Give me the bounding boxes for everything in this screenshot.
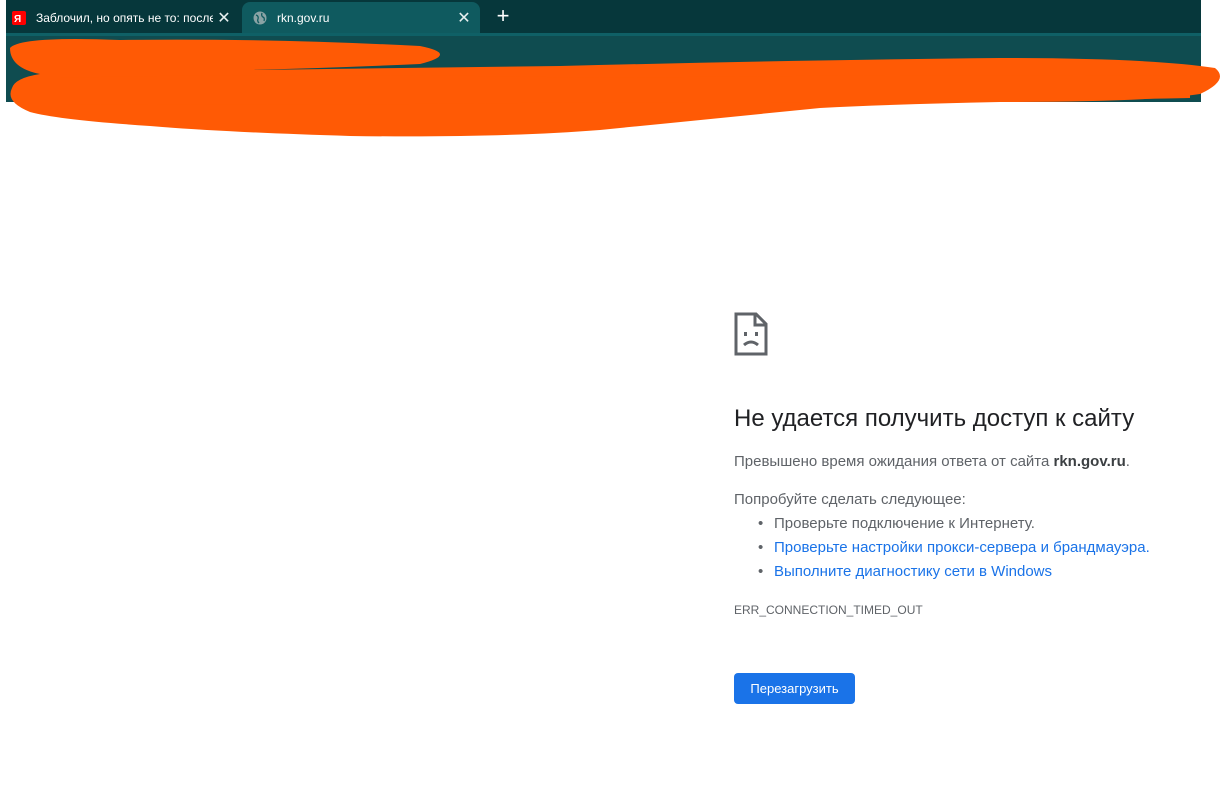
- svg-text:Я: Я: [14, 14, 21, 25]
- error-site: rkn.gov.ru: [1053, 453, 1126, 470]
- new-tab-button[interactable]: +: [491, 4, 515, 28]
- error-description-suffix: .: [1125, 453, 1130, 470]
- suggestion-proxy-firewall-link[interactable]: Проверьте настройки прокси-сервера и бра…: [758, 538, 1150, 562]
- error-description: Превышено время ожидания ответа от сайта…: [734, 453, 1130, 470]
- globe-icon: [253, 11, 267, 24]
- tab-title: Заблочил, но опять не то: после: [36, 10, 213, 25]
- close-icon[interactable]: ✕: [213, 7, 235, 29]
- redaction-scribble: [10, 39, 1220, 137]
- suggestion-list: Проверьте подключение к Интернету. Прове…: [734, 514, 1150, 586]
- reload-button[interactable]: Перезагрузить: [734, 673, 855, 704]
- suggestion-network-diagnostics-link[interactable]: Выполните диагностику сети в Windows: [758, 562, 1150, 586]
- error-description-prefix: Превышено время ожидания ответа от сайта: [734, 453, 1054, 470]
- sad-document-icon: [734, 312, 768, 356]
- suggestion-check-connection: Проверьте подключение к Интернету.: [758, 514, 1150, 538]
- error-title: Не удается получить доступ к сайту: [734, 405, 1135, 432]
- close-icon[interactable]: ✕: [453, 7, 475, 29]
- tab-title: rkn.gov.ru: [277, 10, 330, 25]
- try-label: Попробуйте сделать следующее:: [734, 491, 966, 508]
- yandex-favicon-icon: Я: [12, 10, 26, 25]
- error-code: ERR_CONNECTION_TIMED_OUT: [734, 603, 923, 617]
